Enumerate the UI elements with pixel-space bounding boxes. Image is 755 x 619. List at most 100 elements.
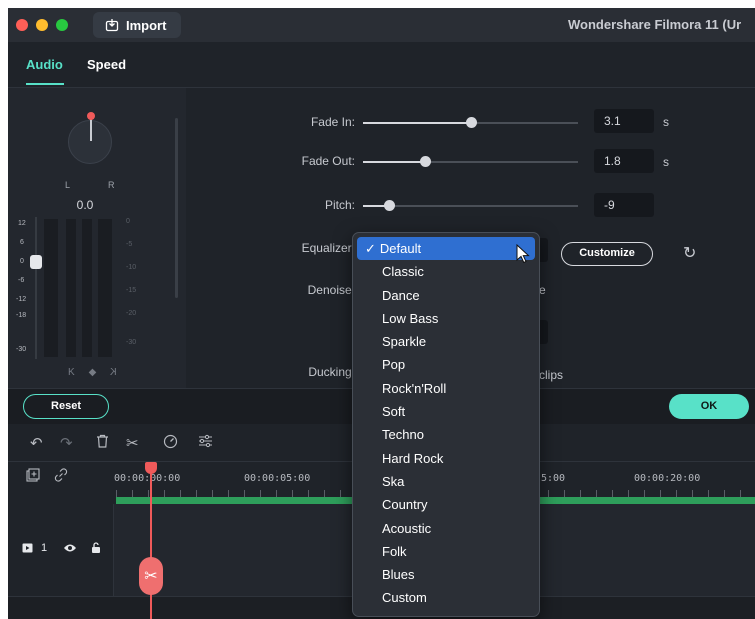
ducking-label: Ducking: — [308, 365, 355, 379]
ok-button[interactable]: OK — [669, 394, 749, 419]
undo-icon[interactable]: ↶ — [30, 434, 43, 452]
scissors-icon: ✂ — [144, 568, 158, 585]
scale-label: -30 — [16, 346, 26, 353]
fade-in-slider[interactable] — [363, 117, 578, 128]
equalizer-option-acoustic[interactable]: Acoustic — [357, 517, 535, 540]
fade-out-slider-fill — [363, 161, 426, 163]
svg-text:-20: -20 — [126, 310, 136, 317]
meter-reset-button[interactable]: ◆ — [89, 367, 97, 378]
pitch-label: Pitch: — [324, 198, 355, 212]
fade-out-slider[interactable] — [363, 156, 578, 167]
meter-bar-left — [44, 219, 58, 357]
fade-in-label: Fade In: — [310, 115, 355, 129]
add-track-icon[interactable] — [26, 468, 40, 486]
speed-icon[interactable] — [163, 434, 178, 453]
mouse-cursor-icon — [516, 244, 530, 264]
pan-knob[interactable] — [68, 112, 112, 164]
meter-right-scale: 0 -5 -10 -15 -20 -30 — [126, 218, 136, 346]
panel-scrollbar[interactable] — [175, 118, 178, 298]
split-at-playhead-button[interactable]: ✂ — [139, 557, 163, 595]
meter-next-button[interactable]: K — [110, 367, 117, 378]
ducking-option-text: clips — [539, 368, 564, 382]
denoise-option-text: e — [539, 283, 546, 297]
split-icon[interactable]: ✂ — [126, 434, 139, 452]
delete-icon[interactable] — [96, 434, 109, 452]
window-title: Wondershare Filmora 11 (Ur — [568, 17, 742, 32]
title-bar: Import Wondershare Filmora 11 (Ur — [8, 8, 755, 42]
customize-button[interactable]: Customize — [561, 242, 653, 266]
fade-out-unit: s — [663, 155, 669, 169]
zoom-window-button[interactable] — [56, 19, 68, 31]
meter-bar-right — [98, 219, 112, 357]
video-track-icon — [22, 543, 33, 553]
scale-label: -18 — [16, 312, 26, 319]
scale-label: -12 — [16, 296, 26, 303]
equalizer-label: Equalizer: — [301, 241, 355, 255]
equalizer-option-hard-rock[interactable]: Hard Rock — [357, 447, 535, 470]
scale-label: 6 — [20, 239, 24, 246]
meter-bar-center — [66, 219, 76, 357]
active-tab-indicator — [26, 83, 64, 85]
equalizer-option-country[interactable]: Country — [357, 493, 535, 516]
ruler-time-0: 00:00:00:00 — [114, 473, 181, 484]
import-icon — [105, 19, 119, 32]
pitch-slider-thumb[interactable] — [383, 200, 395, 211]
equalizer-option-techno[interactable]: Techno — [357, 423, 535, 446]
ruler-time-20: 00:00:20:00 — [634, 473, 701, 484]
adjust-icon[interactable] — [198, 434, 213, 452]
ruler-time-5: 00:00:05:00 — [244, 473, 311, 484]
app-window: Import Wondershare Filmora 11 (Ur Audio … — [8, 8, 755, 619]
meter-nav: K ◆ K — [68, 367, 117, 378]
track-header: 1 — [8, 504, 114, 596]
equalizer-option-default[interactable]: ✓ Default — [357, 237, 535, 261]
import-button[interactable]: Import — [93, 12, 181, 38]
volume-meter-panel: L R 0.0 12 6 0 -6 -12 -18 -30 0 -5 -10 -… — [8, 88, 186, 388]
equalizer-option-rock-n-roll[interactable]: Rock'n'Roll — [357, 377, 535, 400]
equalizer-option-ska[interactable]: Ska — [357, 470, 535, 493]
tab-speed[interactable]: Speed — [87, 57, 126, 72]
equalizer-option-soft[interactable]: Soft — [357, 400, 535, 423]
meter-bar-center-2 — [82, 219, 92, 357]
tab-audio[interactable]: Audio — [26, 57, 63, 72]
fade-out-value[interactable]: 1.8 — [594, 149, 654, 173]
scale-label: 12 — [18, 220, 26, 227]
import-label: Import — [126, 17, 167, 33]
minimize-window-button[interactable] — [36, 19, 48, 31]
volume-slider-handle — [30, 255, 42, 269]
reset-button[interactable]: Reset — [23, 394, 109, 419]
equalizer-option-dance[interactable]: Dance — [357, 284, 535, 307]
playhead[interactable] — [150, 464, 152, 619]
equalizer-option-folk[interactable]: Folk — [357, 540, 535, 563]
svg-text:0: 0 — [126, 218, 130, 225]
equalizer-option-low-bass[interactable]: Low Bass — [357, 307, 535, 330]
fade-in-slider-fill — [363, 122, 471, 124]
checkmark-icon: ✓ — [365, 241, 376, 256]
tab-bar: Audio Speed — [8, 42, 755, 88]
eye-icon[interactable] — [63, 543, 77, 553]
denoise-label: Denoise: — [307, 283, 355, 297]
knob-indicator-dot — [87, 112, 95, 120]
redo-icon[interactable]: ↷ — [60, 434, 73, 452]
lock-icon[interactable] — [91, 542, 101, 554]
scale-label: -6 — [18, 277, 24, 284]
fade-out-label: Fade Out: — [301, 154, 355, 168]
fade-out-slider-thumb[interactable] — [420, 156, 432, 167]
meter-prev-button[interactable]: K — [68, 367, 75, 378]
close-window-button[interactable] — [16, 19, 28, 31]
equalizer-dropdown-menu: ✓ Default Classic Dance Low Bass Sparkle … — [352, 232, 540, 617]
link-icon[interactable] — [54, 468, 68, 486]
pitch-slider[interactable] — [363, 200, 578, 211]
meter-left-scale: 12 6 0 -6 -12 -18 -30 — [16, 220, 26, 353]
fade-in-value[interactable]: 3.1 — [594, 109, 654, 133]
equalizer-option-sparkle[interactable]: Sparkle — [357, 330, 535, 353]
equalizer-option-pop[interactable]: Pop — [357, 353, 535, 376]
right-channel-label: R — [108, 180, 115, 190]
ruler-time-15: 5:00 — [541, 473, 566, 484]
equalizer-option-blues[interactable]: Blues — [357, 563, 535, 586]
reset-equalizer-icon[interactable]: ↻ — [683, 243, 696, 263]
volume-meter: 12 6 0 -6 -12 -18 -30 0 -5 -10 -15 -20 -… — [16, 217, 136, 359]
fade-in-slider-thumb[interactable] — [465, 117, 477, 128]
pitch-value[interactable]: -9 — [594, 193, 654, 217]
equalizer-option-classic[interactable]: Classic — [357, 260, 535, 283]
equalizer-option-custom[interactable]: Custom — [357, 586, 535, 609]
